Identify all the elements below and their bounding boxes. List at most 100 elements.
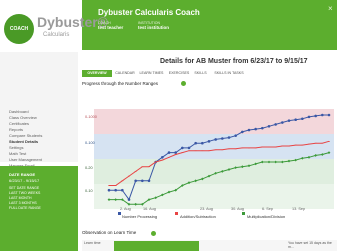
series-1-point-7 — [154, 161, 157, 163]
info-icon[interactable] — [181, 81, 186, 86]
sidebar-item-user-management[interactable]: User Management — [9, 157, 42, 162]
tab-exercises[interactable]: EXERCISES — [166, 70, 192, 77]
series-0-point-19 — [234, 134, 237, 137]
header: COACH Dybuster® Calcularis Dybuster Calc… — [0, 0, 337, 50]
sidebar-item-certificates[interactable]: Certificates — [9, 121, 29, 126]
series-1-point-12 — [188, 150, 190, 152]
legend-marker-0 — [118, 212, 121, 215]
tab-calendar[interactable]: CALENDAR — [113, 70, 137, 77]
learn-time-progress — [114, 241, 199, 251]
learn-time-title: Observation on Learn Time — [82, 230, 137, 235]
series-0-point-6 — [147, 179, 151, 183]
close-icon[interactable]: × — [328, 4, 333, 13]
tab-skills[interactable]: SKILLS — [193, 70, 208, 77]
series-0-point-31 — [314, 114, 317, 118]
tab-skills-in-tasks[interactable]: SKILLS IN TASKS — [209, 70, 249, 77]
legend-addition-subtraction: Addition/Subtraction — [180, 214, 216, 219]
date-range-last-3-months[interactable]: LAST 3 MONTHS — [9, 201, 37, 205]
series-0-point-32 — [321, 113, 324, 117]
series-0-point-2 — [121, 188, 124, 192]
sidebar-item-settings[interactable]: Settings — [9, 145, 23, 150]
info-icon-learn-time[interactable] — [151, 231, 156, 236]
sidebar: Dashboard Class Overview Certificates Re… — [0, 52, 78, 251]
series-0-point-30 — [307, 115, 311, 119]
series-0-point-22 — [254, 127, 257, 131]
series-1-point-22 — [254, 147, 257, 149]
x-tick-13-sep: 13. Sep — [292, 207, 306, 211]
band-0-1000 — [94, 109, 334, 134]
series-1-point-14 — [201, 150, 204, 152]
x-tick-2-aug: 2. Aug — [120, 207, 131, 211]
coach-value: test teacher — [98, 25, 124, 30]
date-range-set[interactable]: SET DATE RANGE — [9, 186, 39, 190]
y-tick-0-20: 0-20 — [85, 166, 93, 170]
series-0-point-1 — [114, 188, 117, 192]
sidebar-item-compare-students[interactable]: Compare Students — [9, 133, 42, 138]
series-1-point-1 — [114, 185, 117, 186]
sidebar-item-math-test[interactable]: Math Test — [9, 151, 26, 156]
series-1-point-15 — [208, 150, 210, 152]
app-logo-subtitle: Calcularis — [43, 32, 70, 38]
series-0-point-16 — [214, 138, 217, 141]
y-tick-0-100: 0-100 — [85, 141, 95, 145]
series-1-point-33 — [328, 141, 330, 142]
page-title: Details for AB Muster from 6/23/17 to 9/… — [160, 58, 308, 65]
series-1-point-25 — [274, 146, 277, 148]
series-0-point-0 — [107, 188, 111, 192]
series-1-point-21 — [248, 147, 250, 149]
series-0-point-13 — [194, 141, 197, 145]
sidebar-item-student-details[interactable]: Student Details — [9, 139, 38, 144]
tab-overview[interactable]: OVERVIEW — [82, 70, 112, 77]
band-0-100 — [94, 134, 334, 159]
series-0-point-20 — [241, 130, 244, 134]
series-0-point-26 — [281, 121, 284, 124]
series-1-point-17 — [221, 149, 224, 151]
x-tick-6-sep: 6. Sep — [262, 207, 273, 211]
learn-time-bar-label: Learn time — [84, 241, 101, 245]
series-1-point-8 — [161, 159, 164, 161]
series-1-point-20 — [241, 147, 244, 149]
date-range-title: DATE RANGE — [9, 172, 36, 177]
series-1-point-28 — [294, 144, 297, 146]
series-1-point-5 — [141, 166, 144, 167]
series-1-point-9 — [168, 157, 170, 158]
series-0-point-24 — [267, 124, 271, 128]
tab-learn-times[interactable]: LEARN TIMES — [138, 70, 165, 77]
series-1-point-24 — [268, 146, 270, 148]
date-range-last-month[interactable]: LAST MONTH — [9, 196, 32, 200]
date-range-last-two-weeks[interactable]: LAST TWO WEEKS — [9, 191, 40, 195]
date-range-full[interactable]: FULL DATE RANGE — [9, 206, 41, 210]
series-0-point-11 — [181, 146, 184, 150]
series-0-point-18 — [227, 136, 231, 139]
series-1-point-26 — [281, 145, 284, 147]
series-1-point-4 — [134, 171, 137, 172]
logo-icon: COACH — [4, 14, 34, 44]
sidebar-item-reports[interactable]: Reports — [9, 127, 23, 132]
series-1-point-16 — [214, 149, 217, 151]
series-1-point-27 — [288, 145, 290, 147]
progress-chart — [82, 91, 337, 217]
series-0-point-17 — [221, 137, 224, 140]
series-1-point-0 — [108, 185, 110, 186]
series-0-point-29 — [301, 117, 304, 121]
x-tick-16-aug: 16. Aug — [143, 207, 156, 211]
series-0-point-21 — [247, 128, 251, 132]
series-1-point-18 — [228, 148, 230, 150]
series-0-point-15 — [207, 140, 211, 143]
series-1-point-29 — [301, 144, 304, 146]
series-1-point-6 — [148, 166, 150, 167]
series-0-point-27 — [287, 119, 291, 122]
sidebar-item-class-overview[interactable]: Class Overview — [9, 115, 37, 120]
series-0-point-8 — [161, 156, 164, 159]
series-1-point-30 — [308, 143, 310, 145]
sidebar-item-dashboard[interactable]: Dashboard — [9, 109, 29, 114]
series-1-point-31 — [314, 142, 317, 144]
series-0-point-14 — [201, 141, 204, 145]
legend-multiplication-division: Multiplication/Division — [247, 214, 286, 219]
series-1-point-3 — [128, 175, 130, 177]
series-0-point-4 — [134, 179, 137, 183]
series-0-point-9 — [167, 151, 171, 154]
y-tick-0-10: 0-10 — [85, 189, 93, 193]
series-0-point-25 — [274, 123, 277, 126]
legend-marker-2 — [242, 212, 245, 215]
